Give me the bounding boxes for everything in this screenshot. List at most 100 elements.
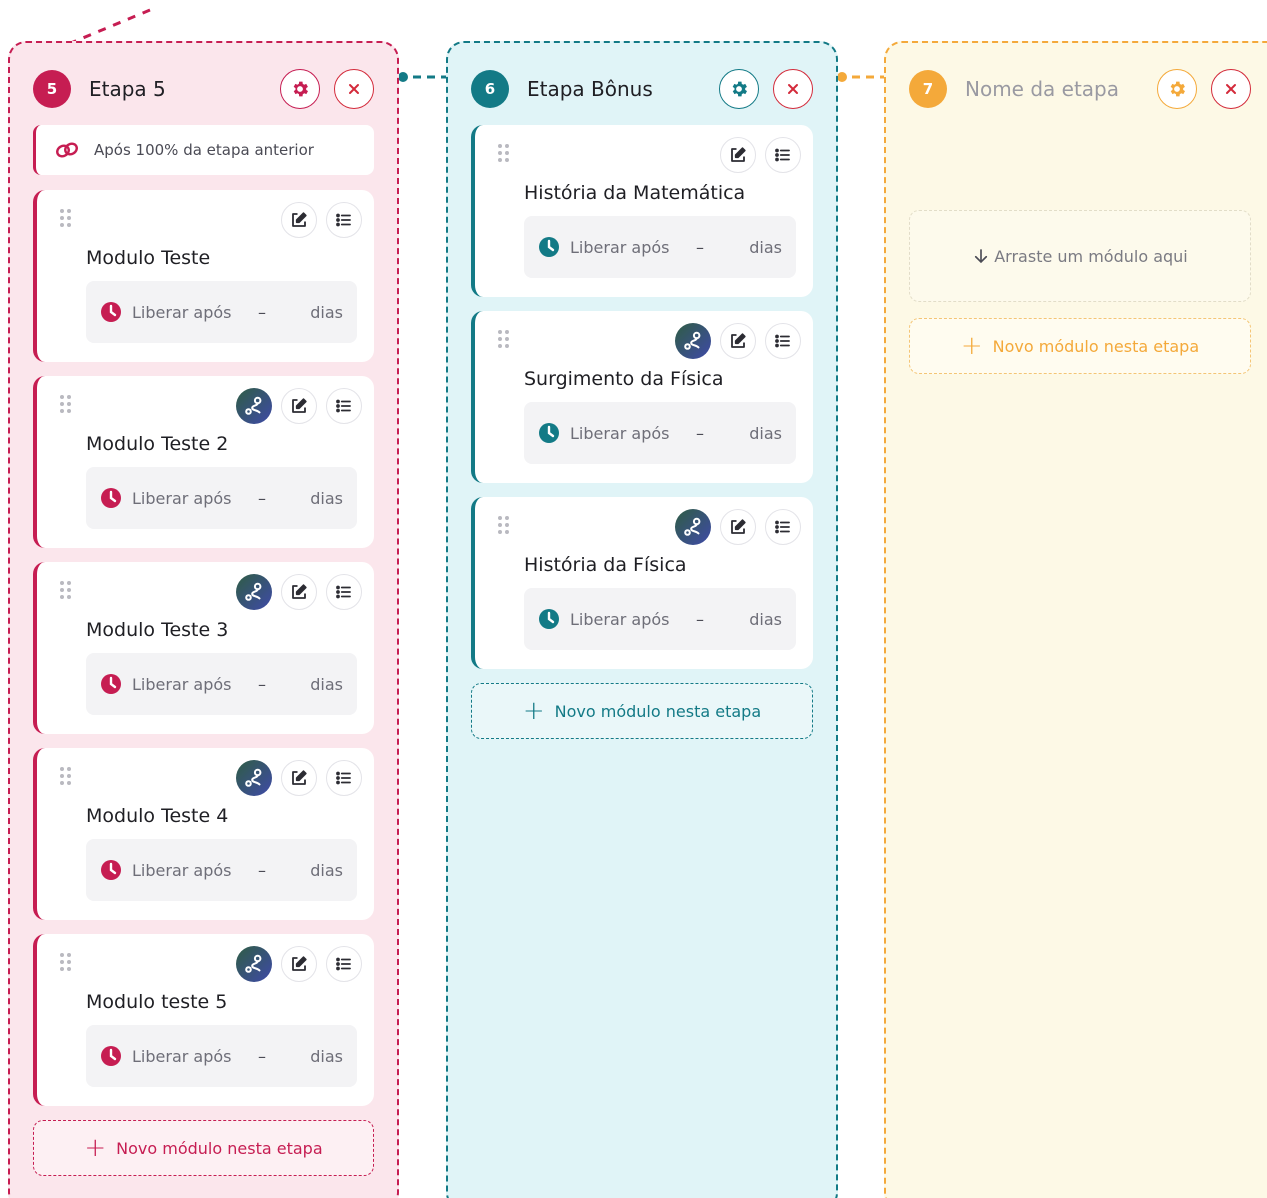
module-contents-button[interactable] [326, 760, 362, 796]
drag-handle-icon[interactable] [59, 208, 73, 232]
release-delay-field[interactable]: Liberar após – dias [524, 402, 796, 464]
module-card[interactable]: Surgimento da Física Liberar após – dias [471, 311, 813, 483]
stage-release-rule[interactable]: Após 100% da etapa anterior [33, 125, 374, 175]
edit-icon [731, 333, 746, 348]
release-days-input[interactable]: – [670, 610, 730, 629]
release-days-input[interactable]: – [232, 861, 292, 880]
clock-icon [99, 672, 123, 696]
stage-number-badge: 6 [471, 70, 509, 108]
module-card[interactable]: Modulo Teste 2 Liberar após – dias [33, 376, 374, 548]
module-contents-button[interactable] [326, 202, 362, 238]
drag-handle-icon[interactable] [497, 143, 511, 167]
module-contents-button[interactable] [765, 137, 801, 173]
drag-handle-icon[interactable] [59, 394, 73, 418]
release-label: Liberar após [570, 423, 670, 443]
module-dropzone[interactable]: Arraste um módulo aqui [909, 210, 1251, 302]
edit-module-button[interactable] [720, 323, 756, 359]
gear-icon [293, 81, 308, 97]
release-delay-field[interactable]: Liberar após – dias [86, 281, 357, 343]
stage-header: 7 Nome da etapa [909, 67, 1251, 111]
learning-path-button[interactable] [675, 509, 711, 545]
module-card[interactable]: História da Física Liberar após – dias [471, 497, 813, 669]
learning-path-button[interactable] [236, 760, 272, 796]
release-label: Liberar após [570, 609, 670, 629]
stage-remove-button[interactable] [1211, 69, 1251, 109]
module-contents-button[interactable] [765, 509, 801, 545]
new-module-button[interactable]: + Novo módulo nesta etapa [471, 683, 813, 739]
edit-module-button[interactable] [281, 202, 317, 238]
edit-module-button[interactable] [720, 137, 756, 173]
module-card[interactable]: Modulo Teste 4 Liberar após – dias [33, 748, 374, 920]
stage-column-7: 7 Nome da etapa Arraste um módulo aqui +… [884, 41, 1267, 1198]
release-unit: dias [310, 488, 343, 508]
module-contents-button[interactable] [326, 574, 362, 610]
clock-icon [537, 235, 561, 259]
module-card[interactable]: Modulo teste 5 Liberar após – dias [33, 934, 374, 1106]
release-delay-field[interactable]: Liberar após – dias [524, 216, 796, 278]
release-unit: dias [749, 237, 782, 257]
edit-module-button[interactable] [281, 946, 317, 982]
module-title: Modulo Teste 2 [86, 433, 229, 455]
stage-remove-button[interactable] [334, 69, 374, 109]
plus-icon: + [84, 1133, 107, 1163]
module-card[interactable]: Modulo Teste 3 Liberar após – dias [33, 562, 374, 734]
new-module-label: Novo módulo nesta etapa [992, 336, 1200, 356]
learning-path-button[interactable] [236, 388, 272, 424]
stage-number-badge: 7 [909, 70, 947, 108]
edit-module-button[interactable] [281, 388, 317, 424]
release-delay-field[interactable]: Liberar após – dias [86, 467, 357, 529]
drag-handle-icon[interactable] [59, 580, 73, 604]
route-icon [684, 331, 701, 350]
stage-header: 5 Etapa 5 [33, 67, 374, 111]
module-card[interactable]: História da Matemática Liberar após – di… [471, 125, 813, 297]
stage-settings-button[interactable] [280, 69, 320, 109]
close-icon [1226, 84, 1236, 94]
stage-title-input[interactable]: Nome da etapa [965, 77, 1143, 101]
release-label: Liberar após [570, 237, 670, 257]
stage-title[interactable]: Etapa Bônus [527, 77, 705, 101]
edit-module-button[interactable] [720, 509, 756, 545]
clock-icon [537, 607, 561, 631]
list-icon [775, 520, 790, 534]
release-unit: dias [749, 609, 782, 629]
new-module-button[interactable]: + Novo módulo nesta etapa [33, 1120, 374, 1176]
stage-header: 6 Etapa Bônus [471, 67, 813, 111]
release-days-input[interactable]: – [232, 1047, 292, 1066]
release-delay-field[interactable]: Liberar após – dias [86, 653, 357, 715]
stage-settings-button[interactable] [719, 69, 759, 109]
module-card[interactable]: Modulo Teste Liberar após – dias [33, 190, 374, 362]
edit-icon [731, 147, 746, 162]
release-days-input[interactable]: – [670, 424, 730, 443]
release-days-input[interactable]: – [670, 238, 730, 257]
stage-settings-button[interactable] [1157, 69, 1197, 109]
learning-path-button[interactable] [236, 946, 272, 982]
edit-module-button[interactable] [281, 574, 317, 610]
module-title: História da Matemática [524, 182, 746, 204]
release-delay-field[interactable]: Liberar após – dias [86, 1025, 357, 1087]
learning-path-button[interactable] [675, 323, 711, 359]
module-contents-button[interactable] [326, 388, 362, 424]
release-label: Liberar após [132, 488, 232, 508]
edit-icon [292, 212, 307, 227]
learning-path-button[interactable] [236, 574, 272, 610]
new-module-label: Novo módulo nesta etapa [554, 701, 762, 721]
clock-icon [99, 858, 123, 882]
stage-remove-button[interactable] [773, 69, 813, 109]
module-contents-button[interactable] [326, 946, 362, 982]
drag-handle-icon[interactable] [497, 329, 511, 353]
plus-icon: + [522, 696, 545, 726]
new-module-button[interactable]: + Novo módulo nesta etapa [909, 318, 1251, 374]
release-delay-field[interactable]: Liberar após – dias [86, 839, 357, 901]
edit-module-button[interactable] [281, 760, 317, 796]
stage-title[interactable]: Etapa 5 [89, 77, 266, 101]
drag-handle-icon[interactable] [59, 952, 73, 976]
release-days-input[interactable]: – [232, 303, 292, 322]
release-delay-field[interactable]: Liberar após – dias [524, 588, 796, 650]
drag-handle-icon[interactable] [59, 766, 73, 790]
drag-handle-icon[interactable] [497, 515, 511, 539]
module-contents-button[interactable] [765, 323, 801, 359]
release-unit: dias [310, 860, 343, 880]
close-icon [788, 84, 798, 94]
release-days-input[interactable]: – [232, 489, 292, 508]
release-days-input[interactable]: – [232, 675, 292, 694]
